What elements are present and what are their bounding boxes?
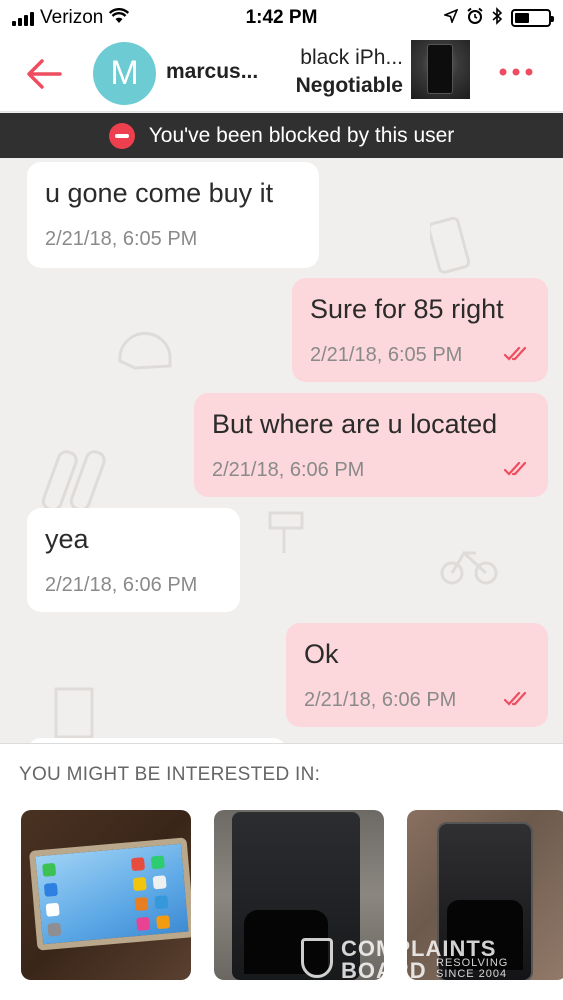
bluetooth-icon (492, 6, 503, 30)
more-dots-icon[interactable] (498, 58, 534, 78)
message-text: yea (45, 524, 89, 554)
shield-logo-icon (301, 938, 333, 978)
status-bar-left: Verizon (12, 7, 130, 29)
message-bubble-outgoing[interactable]: Sure for 85 right 2/21/18, 6:05 PM (292, 278, 548, 382)
username[interactable]: marcus... (166, 60, 258, 84)
suggestions-title: YOU MIGHT BE INTERESTED IN: (19, 764, 321, 785)
item-price: Negotiable (295, 74, 403, 97)
carrier-name: Verizon (40, 7, 104, 28)
message-bubble-incoming[interactable]: yea 2/21/18, 6:06 PM (27, 508, 240, 612)
phone-doodle-icon (427, 216, 474, 287)
wifi-icon (109, 7, 130, 29)
box-doodle-icon (50, 683, 100, 743)
chat-area[interactable]: u gone come buy it 2/21/18, 6:05 PM Sure… (0, 158, 563, 743)
suggestion-card[interactable] (21, 810, 191, 980)
chat-header: M marcus... black iPh... Negotiable (0, 36, 563, 112)
item-thumbnail-phone (427, 44, 453, 94)
drill-doodle-icon (262, 498, 322, 569)
message-timestamp: 2/21/18, 6:05 PM (45, 228, 198, 250)
bicycle-doodle-icon (440, 543, 500, 598)
back-arrow-icon[interactable] (24, 54, 66, 94)
avatar[interactable]: M (93, 42, 156, 105)
location-icon (442, 8, 459, 28)
phone-photo-1 (28, 837, 191, 951)
blocked-banner-text: You've been blocked by this user (148, 123, 455, 147)
message-text: Sure for 85 right (310, 294, 504, 324)
block-icon (108, 122, 135, 149)
watermark-sub: RESOLVING SINCE 2004 (436, 958, 526, 980)
message-text: Ok (304, 639, 339, 669)
alarm-icon (466, 7, 484, 30)
suggestions-panel: YOU MIGHT BE INTERESTED IN: COMPLAINTS B… (0, 743, 563, 1000)
message-timestamp: 2/21/18, 6:06 PM (45, 574, 198, 596)
watermark-line2: BOARD (341, 958, 427, 983)
message-bubble-incoming[interactable]: u gone come buy it 2/21/18, 6:05 PM (27, 162, 319, 268)
message-bubble-outgoing[interactable]: Ok 2/21/18, 6:06 PM (286, 623, 548, 727)
message-text: But where are u located (212, 409, 498, 439)
blocked-banner: You've been blocked by this user (0, 113, 563, 158)
message-timestamp: 2/21/18, 6:06 PM (304, 689, 457, 711)
status-bar: Verizon 1:42 PM (0, 0, 563, 36)
message-text: u gone come buy it (45, 178, 274, 208)
double-check-icon (503, 687, 530, 713)
signal-icon (12, 10, 34, 26)
double-check-icon (503, 342, 530, 368)
helmet-doodle-icon (115, 326, 175, 387)
watermark-sub2: SINCE 2004 (436, 968, 508, 980)
message-bubble-outgoing[interactable]: But where are u located 2/21/18, 6:06 PM (194, 393, 548, 497)
status-bar-right (442, 6, 554, 30)
watermark: COMPLAINTS BOARD RESOLVING SINCE 2004 (301, 936, 531, 983)
message-timestamp: 2/21/18, 6:06 PM (212, 459, 365, 481)
item-title[interactable]: black iPh... (300, 46, 403, 70)
battery-level (515, 13, 530, 23)
battery-icon (511, 9, 554, 27)
item-thumbnail[interactable] (411, 40, 470, 99)
double-check-icon (503, 457, 530, 483)
message-timestamp: 2/21/18, 6:05 PM (310, 344, 463, 366)
